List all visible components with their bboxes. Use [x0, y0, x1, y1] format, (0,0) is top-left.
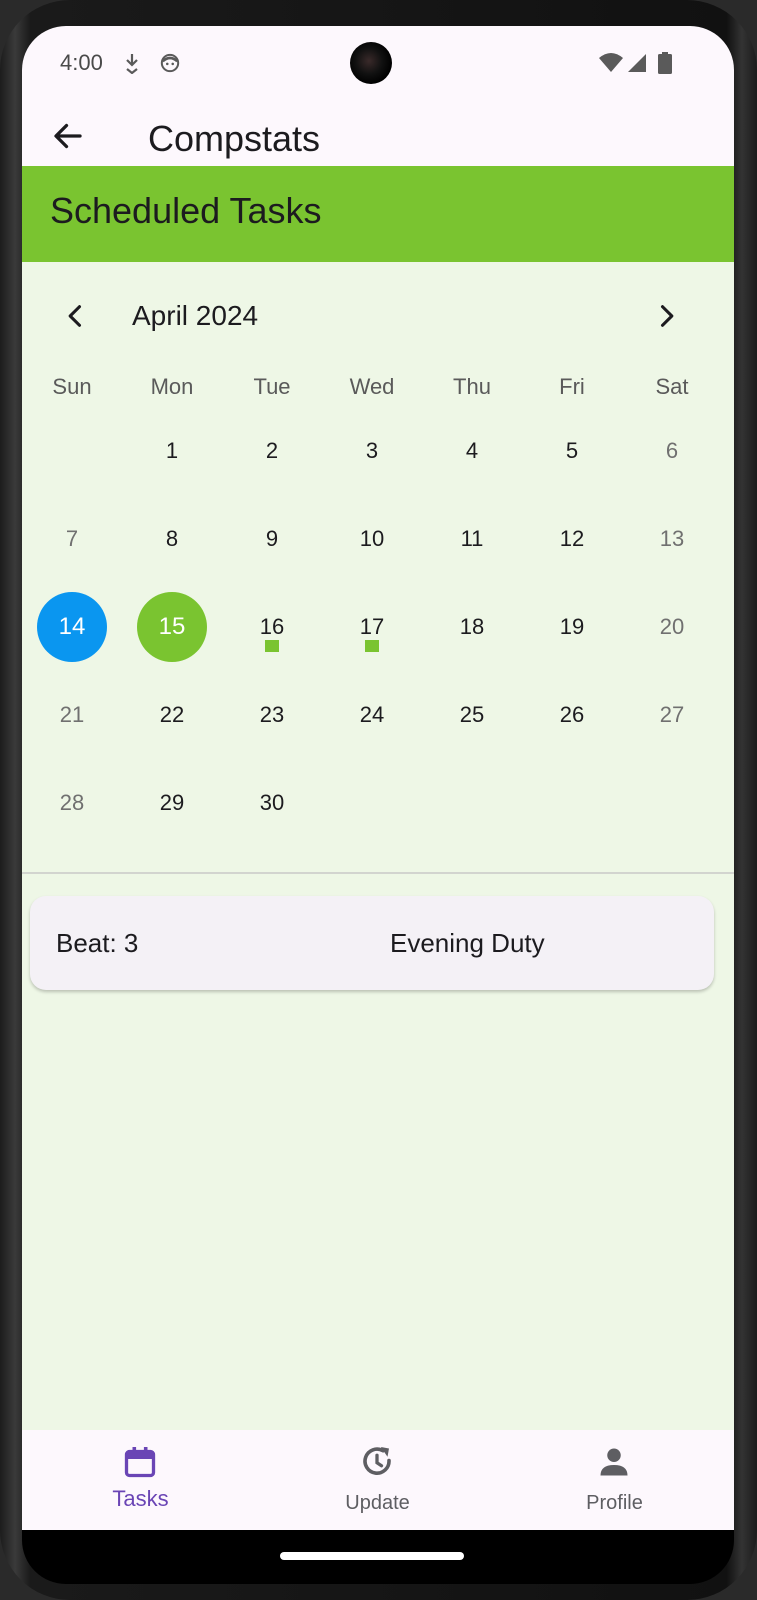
calendar-day[interactable]: 24: [322, 702, 422, 728]
calendar-day[interactable]: 23: [222, 702, 322, 728]
calendar-day[interactable]: 20: [622, 614, 722, 640]
nav-label-profile: Profile: [586, 1492, 643, 1514]
calendar-day[interactable]: 11: [422, 526, 522, 552]
calendar-day[interactable]: 27: [622, 702, 722, 728]
calendar-day[interactable]: 19: [522, 614, 622, 640]
task-marker: [365, 640, 379, 652]
task-marker: [265, 640, 279, 652]
calendar-icon: [124, 1447, 156, 1478]
camera-cutout: [350, 42, 392, 84]
nav-label-tasks: Tasks: [112, 1486, 169, 1511]
bottom-nav: Tasks Update Profile: [22, 1430, 734, 1530]
status-time: 4:00: [60, 50, 103, 75]
status-bar: 4:00: [22, 26, 734, 98]
nav-tasks[interactable]: Tasks: [22, 1430, 259, 1530]
calendar-day[interactable]: 9: [222, 526, 322, 552]
task-card[interactable]: Beat: 3 Evening Duty: [30, 896, 714, 990]
calendar-day[interactable]: 22: [122, 702, 222, 728]
task-marker: [165, 640, 179, 652]
chevron-left-icon[interactable]: [62, 302, 90, 330]
app-title: Compstats: [148, 118, 321, 159]
task-beat: Beat: 3: [56, 928, 139, 958]
calendar-day[interactable]: 26: [522, 702, 622, 728]
nav-update[interactable]: Update: [259, 1430, 496, 1530]
home-indicator: [280, 1552, 464, 1560]
calendar-day[interactable]: 7: [22, 526, 122, 552]
task-name: Evening Duty: [390, 928, 545, 958]
calendar-day[interactable]: 28: [22, 790, 122, 816]
calendar-day[interactable]: 2: [222, 438, 322, 464]
calendar-day[interactable]: 3: [322, 438, 422, 464]
calendar-day[interactable]: 18: [422, 614, 522, 640]
battery-icon: [658, 52, 672, 74]
update-icon: [363, 1447, 391, 1475]
weekday-label: Sun: [52, 374, 92, 399]
banner-title: Scheduled Tasks: [50, 190, 322, 231]
weekday-label: Mon: [150, 374, 194, 399]
device-frame: 4:00 Compstats Scheduled Tasks April 202…: [0, 0, 757, 1600]
weekday-label: Sat: [655, 374, 689, 399]
calendar-day-selected[interactable]: 14: [37, 592, 107, 662]
calendar-header: April 2024: [22, 262, 734, 372]
signal-icon: [628, 54, 646, 72]
calendar-day[interactable]: 25: [422, 702, 522, 728]
calendar-day[interactable]: 29: [122, 790, 222, 816]
weekday-label: Wed: [349, 374, 395, 399]
arrow-back-icon[interactable]: [50, 118, 86, 154]
weekday-label: Thu: [453, 374, 491, 399]
calendar-day[interactable]: 1: [122, 438, 222, 464]
calendar-day[interactable]: 12: [522, 526, 622, 552]
content-area: April 2024 Sun Mon Tue Wed Thu Fri Sat 1 2 3 4 5 6 7 8…: [22, 262, 734, 1430]
calendar-day[interactable]: 4: [422, 438, 522, 464]
nav-label-update: Update: [345, 1492, 410, 1514]
calendar-day[interactable]: 21: [22, 702, 122, 728]
divider: [22, 872, 734, 874]
download-icon: [126, 54, 138, 74]
calendar-day[interactable]: 16: [222, 614, 322, 640]
calendar-day[interactable]: 17: [322, 614, 422, 640]
screen: 4:00 Compstats Scheduled Tasks April 202…: [22, 26, 734, 1584]
chevron-right-icon[interactable]: [652, 302, 680, 330]
weekday-label: Fri: [559, 374, 585, 399]
month-title: April 2024: [132, 300, 259, 331]
calendar-day[interactable]: 5: [522, 438, 622, 464]
calendar-day[interactable]: 8: [122, 526, 222, 552]
person-icon: [600, 1448, 628, 1476]
face-icon: [160, 53, 180, 73]
weekday-label: Tue: [253, 374, 291, 399]
calendar-day[interactable]: 13: [622, 526, 722, 552]
calendar-day[interactable]: 10: [322, 526, 422, 552]
wifi-icon: [599, 53, 623, 72]
calendar-day-number: 14: [58, 613, 86, 640]
nav-profile[interactable]: Profile: [496, 1430, 733, 1530]
scheduled-tasks-banner: Scheduled Tasks: [22, 166, 734, 262]
app: 4:00 Compstats Scheduled Tasks April 202…: [22, 26, 734, 1530]
calendar-day[interactable]: 6: [622, 438, 722, 464]
calendar-day[interactable]: 30: [222, 790, 322, 816]
